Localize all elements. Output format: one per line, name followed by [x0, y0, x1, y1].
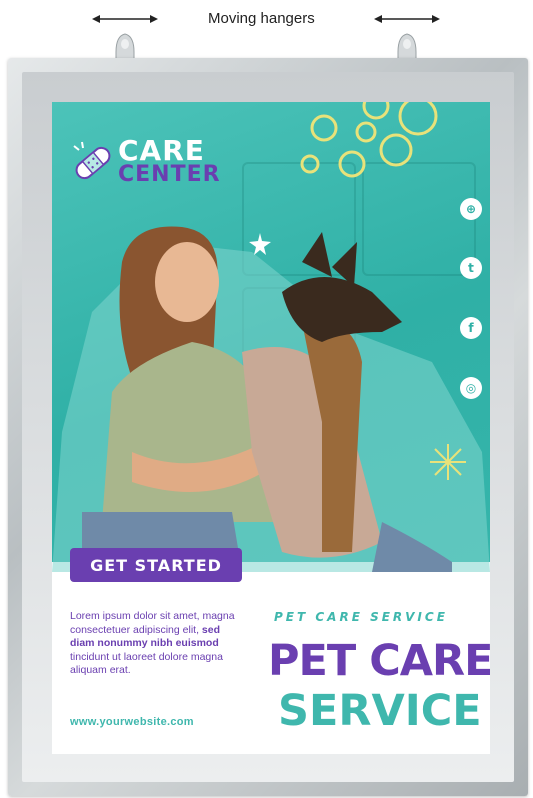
title-line2: SERVICE [278, 686, 482, 736]
hanger-annotation: Moving hangers [0, 8, 533, 30]
twitter-icon[interactable]: t [460, 257, 482, 279]
logo-line2: CENTER [118, 162, 221, 187]
body-text: Lorem ipsum dolor sit amet, magna consec… [70, 610, 235, 676]
link-icon[interactable]: ⊕ [460, 198, 482, 220]
title-line1: PET CARE [268, 636, 490, 686]
website-link[interactable]: www.yourwebsite.com [70, 716, 194, 728]
tagline: PET CARE SERVICE [274, 610, 448, 624]
annotation-label: Moving hangers [208, 10, 315, 27]
care-center-logo: CARE CENTER [70, 134, 220, 194]
bandage-icon [73, 141, 111, 180]
get-started-button[interactable]: GET STARTED [70, 548, 242, 582]
double-arrow-icon [374, 15, 440, 23]
decorative-circles [300, 102, 438, 178]
double-arrow-icon [92, 15, 158, 23]
instagram-icon[interactable]: ◎ [460, 377, 482, 399]
poster: CARE CENTER ⊕ t f ◎ GET STARTED Lorem ip… [52, 102, 490, 754]
woman-with-dog-photo [82, 226, 452, 572]
facebook-icon[interactable]: f [460, 317, 482, 339]
